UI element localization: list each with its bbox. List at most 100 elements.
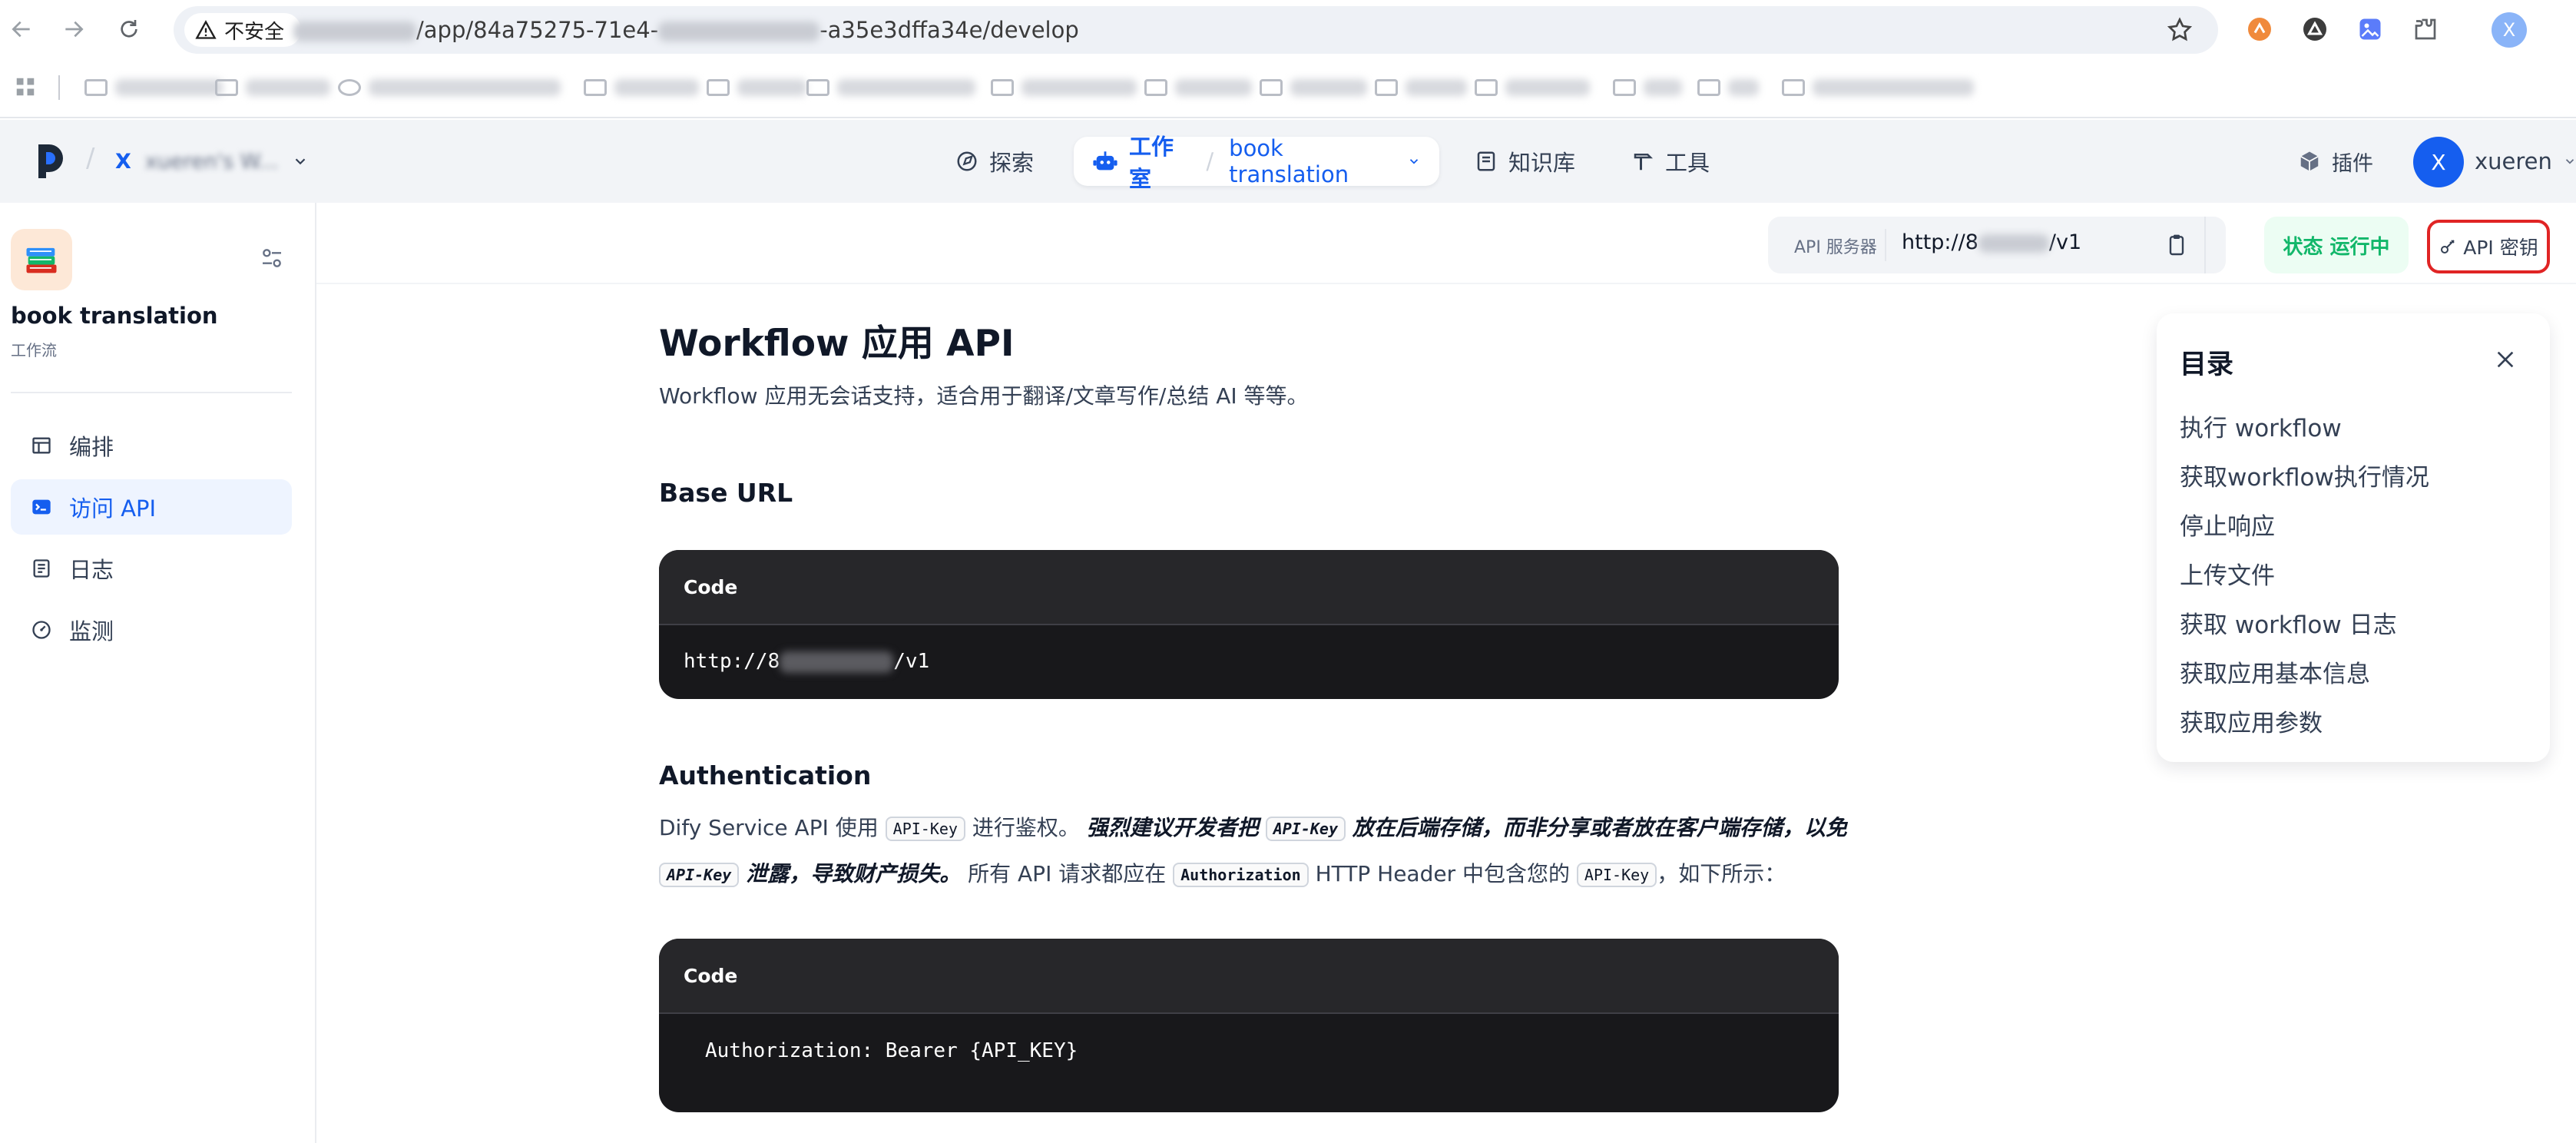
sidebar-item-orchestrate[interactable]: 编排 [11, 418, 292, 473]
api-key-button[interactable]: API 密钥 [2427, 220, 2550, 273]
inline-code-authorization: Authorization [1173, 863, 1309, 887]
workspace-initial: X [115, 149, 131, 174]
sidebar-item-monitoring[interactable]: 监测 [11, 602, 292, 658]
code-label: Code [659, 939, 1839, 1014]
bookmark-folder[interactable] [1260, 72, 1367, 103]
workspace-name: xueren's W... [144, 149, 279, 174]
redacted-host [780, 651, 894, 673]
copy-icon[interactable] [2164, 232, 2189, 258]
user-name: xueren [2475, 148, 2552, 174]
toc-item[interactable]: 停止响应 [2180, 507, 2275, 542]
api-server-label: API 服务器 [1794, 238, 1877, 257]
code-label: Code [659, 550, 1839, 625]
bookmark-folder[interactable] [84, 72, 223, 103]
layout-icon [31, 435, 52, 456]
sidebar-collapse-icon[interactable] [260, 246, 284, 270]
bookmark-folder[interactable] [1375, 72, 1467, 103]
dify-logo-icon[interactable] [35, 143, 66, 180]
profile-avatar[interactable]: X [2492, 12, 2527, 48]
insecure-label: 不安全 [224, 20, 285, 44]
api-server-divider [1885, 229, 1886, 261]
table-of-contents: 目录 执行 workflow 获取workflow执行情况 停止响应 上传文件 … [2157, 313, 2550, 762]
back-icon[interactable] [3, 11, 40, 48]
status-badge: 状态 运行中 [2264, 217, 2409, 273]
sidebar-app-name: book translation [11, 303, 218, 329]
bookmark-folder[interactable] [806, 72, 975, 103]
nav-knowledge[interactable]: 知识库 [1475, 137, 1575, 186]
user-menu[interactable]: xueren [2475, 137, 2576, 186]
address-bar[interactable]: 不安全 /app/84a75275-71e4- -a35e3dffa34e/dev… [174, 6, 2218, 54]
bookmark-link[interactable] [338, 72, 561, 103]
inline-code-api-key: API-Key [1265, 817, 1346, 841]
bookmark-folder[interactable] [215, 72, 330, 103]
sidebar-app-type: 工作流 [11, 341, 57, 359]
app-sidebar: book translation 工作流 编排 访问 API 日志 监测 [0, 203, 316, 1143]
forward-icon[interactable] [55, 11, 92, 48]
nav-explore[interactable]: 探索 [955, 137, 1034, 186]
bookmark-folder[interactable] [1697, 72, 1759, 103]
api-server-url[interactable]: http://8/v1 [1902, 230, 2081, 254]
chevron-down-icon [292, 153, 309, 170]
nav-tools[interactable]: 工具 [1631, 137, 1710, 186]
auth-paragraph-line-1: Dify Service API 使用 API-Key 进行鉴权。 强烈建议开发… [659, 815, 1847, 841]
toolbar-divider [316, 283, 2576, 284]
inline-code-api-key: API-Key [659, 863, 740, 887]
toc-item[interactable]: 获取workflow执行情况 [2180, 458, 2429, 492]
bookmarks-divider [58, 75, 60, 100]
nav-studio[interactable]: 工作室 / book translation [1074, 134, 1439, 192]
reload-icon[interactable] [111, 11, 147, 48]
toc-item[interactable]: 执行 workflow [2180, 409, 2342, 443]
bookmark-folder[interactable] [1782, 72, 1974, 103]
extension-triangle-icon[interactable] [2298, 12, 2332, 46]
user-avatar[interactable]: X [2413, 137, 2464, 187]
close-icon[interactable] [2493, 347, 2518, 372]
cube-icon [2298, 150, 2321, 173]
code-content[interactable]: Authorization: Bearer {API_KEY} [659, 1014, 1839, 1088]
chevron-down-icon [1407, 154, 1421, 168]
bookmark-folder[interactable] [584, 72, 699, 103]
redacted-host [293, 22, 416, 41]
bookmark-folder[interactable] [1475, 72, 1590, 103]
insecure-chip[interactable]: 不安全 [184, 13, 302, 47]
section-heading-base-url: Base URL [659, 478, 793, 508]
extension-orange-icon[interactable] [2243, 12, 2276, 46]
extensions-puzzle-icon[interactable] [2409, 12, 2442, 46]
sidebar-item-api-access[interactable]: 访问 API [11, 479, 292, 535]
toc-item[interactable]: 获取 workflow 日志 [2180, 605, 2397, 640]
terminal-icon [31, 496, 52, 518]
toc-item[interactable]: 上传文件 [2180, 556, 2275, 591]
page-subtitle: Workflow 应用无会话支持，适合用于翻译/文章写作/总结 AI 等等。 [659, 383, 1309, 409]
toc-item[interactable]: 获取应用参数 [2180, 704, 2323, 738]
page-title: Workflow 应用 API [659, 323, 1015, 365]
extension-image-icon[interactable] [2353, 12, 2387, 46]
bookmark-star-icon[interactable] [2166, 16, 2194, 44]
copy-divider [2204, 217, 2206, 273]
apps-grid-icon[interactable] [14, 75, 37, 98]
chevron-down-icon [2563, 154, 2576, 168]
redacted-host [1978, 234, 2049, 253]
bookmarks-bar [0, 66, 2576, 109]
browser-chrome: 不安全 /app/84a75275-71e4- -a35e3dffa34e/dev… [0, 0, 2576, 118]
toc-title: 目录 [2180, 350, 2234, 380]
toc-item[interactable]: 获取应用基本信息 [2180, 654, 2370, 689]
bookmark-folder[interactable] [991, 72, 1137, 103]
api-server-bar: API 服务器 http://8/v1 [1768, 217, 2226, 273]
url-text[interactable]: /app/84a75275-71e4- -a35e3dffa34e/develop [293, 6, 1079, 54]
workspace-switcher[interactable]: X xueren's W... [115, 140, 309, 183]
bookmark-folder[interactable] [1613, 72, 1682, 103]
robot-icon [1092, 148, 1118, 174]
inline-code-api-key: API-Key [885, 817, 965, 841]
current-app-name[interactable]: book translation [1229, 135, 1396, 187]
plugins-button[interactable]: 插件 [2298, 137, 2373, 186]
code-content[interactable]: http://8/v1 [659, 625, 1839, 697]
auth-paragraph-line-2: API-Key 泄露，导致财产损失。 所有 API 请求都应在 Authoriz… [659, 857, 1840, 888]
key-icon [2439, 237, 2457, 256]
file-list-icon [31, 558, 52, 579]
app-header: / X xueren's W... 探索 工作室 / book translat… [0, 120, 2576, 203]
book-icon [1475, 150, 1498, 173]
bookmark-folder[interactable] [707, 72, 806, 103]
sidebar-item-logs[interactable]: 日志 [11, 541, 292, 596]
inline-code-api-key: API-Key [1576, 863, 1657, 887]
books-icon [11, 229, 72, 290]
bookmark-folder[interactable] [1144, 72, 1252, 103]
